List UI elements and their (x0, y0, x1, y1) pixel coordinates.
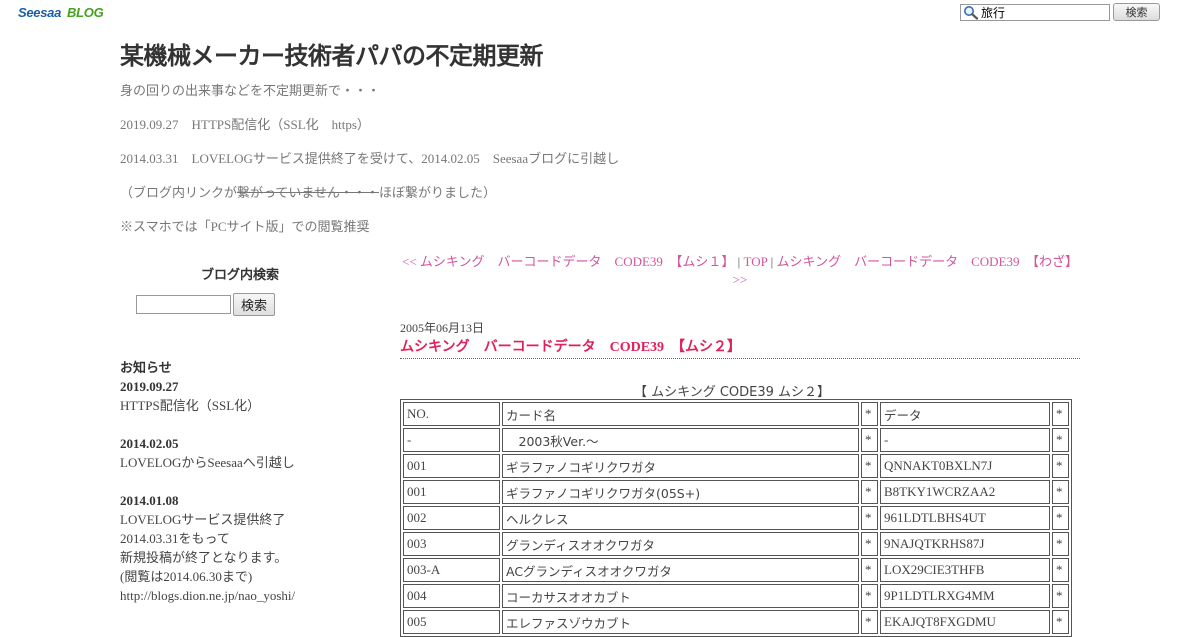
cell-card-name: コーカサスオオカブト (502, 584, 859, 608)
logo-main-text: Seesaa (18, 5, 62, 20)
cell-no: 002 (403, 506, 500, 530)
table-header-row: NO. カード名 * データ * (403, 402, 1069, 426)
header-cell: * (861, 402, 878, 426)
cell-star: * (1052, 584, 1069, 608)
header-note-links: （ブログ内リンクが繋がっていません・・・ほぼ繋がりました） (120, 182, 496, 201)
table-row: 004 コーカサスオオカブト * 9P1LDTLRXG4MM * (403, 584, 1069, 608)
header-cell: NO. (403, 402, 500, 426)
notice-text: 新規投稿が終了となります。 (120, 550, 288, 565)
cell-star: * (1052, 558, 1069, 582)
notice-text: LOVELOGからSeesaaへ引越し (120, 455, 295, 470)
cell-star: * (861, 480, 878, 504)
global-search-button[interactable]: 検索 (1113, 3, 1160, 21)
notice-title: お知らせ (120, 360, 172, 375)
cell-star: * (1052, 454, 1069, 478)
cell-no: 003 (403, 532, 500, 556)
notice-text: LOVELOGサービス提供終了 (120, 512, 286, 527)
table-row: 005 エレファスゾウカブト * EKAJQT8FXGDMU * (403, 610, 1069, 634)
cell-star: * (1052, 610, 1069, 634)
cell-star: * (861, 584, 878, 608)
links-note-open: （ブログ内リンクが (120, 185, 238, 200)
table-row: 003-A ACグランディスオオクワガタ * LOX29CIE3THFB * (403, 558, 1069, 582)
global-search-box (960, 3, 1110, 21)
header-cell: * (1052, 402, 1069, 426)
sidebar-search-input[interactable] (136, 295, 231, 314)
cell-card-name: 2003秋Ver.～ (502, 428, 859, 452)
cell-card-name: グランディスオオクワガタ (502, 532, 859, 556)
cell-star: * (861, 558, 878, 582)
notice-url: http://blogs.dion.ne.jp/nao_yoshi/ (120, 588, 296, 603)
nav-separator: | (734, 254, 744, 269)
cell-star: * (861, 532, 878, 556)
header-note-smartphone: ※スマホでは「PCサイト版」での閲覧推奨 (120, 219, 370, 234)
cell-data: 9NAJQTKRHS87J (880, 532, 1050, 556)
cell-card-name: ギラファノコギリクワガタ(05S+) (502, 480, 859, 504)
cell-no: 001 (403, 480, 500, 504)
post-navigation: << ムシキング バーコードデータ CODE39 【ムシ１】 | TOP | ム… (400, 253, 1080, 289)
cell-star: * (861, 428, 878, 452)
sidebar-search: 検索 (136, 293, 275, 316)
header-note-https: 2019.09.27 HTTPS配信化（SSL化 https） (120, 117, 370, 132)
cell-star: * (861, 610, 878, 634)
cell-no: 004 (403, 584, 500, 608)
cell-star: * (1052, 532, 1069, 556)
top-link[interactable]: TOP (744, 254, 768, 269)
blog-title[interactable]: 某機械メーカー技術者パパの不定期更新 (120, 36, 544, 71)
cell-star: * (861, 506, 878, 530)
cell-data: 961LDTLBHS4UT (880, 506, 1050, 530)
seesaa-blog-logo[interactable]: Seesaa BLOG (18, 5, 104, 20)
table-row: - 2003秋Ver.～ * - * (403, 428, 1069, 452)
notice-date: 2014.01.08 (120, 493, 179, 508)
cell-no: 001 (403, 454, 500, 478)
cell-star: * (1052, 506, 1069, 530)
table-row: 001 ギラファノコギリクワガタ * QNNAKT0BXLN7J * (403, 454, 1069, 478)
cell-no: - (403, 428, 500, 452)
blog-description: 身の回りの出来事などを不定期更新で・・・ (120, 83, 381, 98)
top-bar: Seesaa BLOG 検索 (0, 0, 1200, 26)
notice-section: お知らせ 2019.09.27 HTTPS配信化（SSL化） 2014.02.0… (120, 358, 360, 605)
post-date: 2005年06月13日 (400, 321, 485, 335)
cell-data: 9P1LDTLRXG4MM (880, 584, 1050, 608)
table-row: 003 グランディスオオクワガタ * 9NAJQTKRHS87J * (403, 532, 1069, 556)
logo-sub-text: BLOG (67, 5, 104, 20)
cell-star: * (861, 454, 878, 478)
sidebar-search-title: ブログ内検索 (200, 267, 279, 282)
prev-post-link[interactable]: << ムシキング バーコードデータ CODE39 【ムシ１】 (402, 254, 734, 269)
cell-no: 005 (403, 610, 500, 634)
cell-data: LOX29CIE3THFB (880, 558, 1050, 582)
cell-card-name: エレファスゾウカブト (502, 610, 859, 634)
cell-card-name: ACグランディスオオクワガタ (502, 558, 859, 582)
barcode-table: NO. カード名 * データ * - 2003秋Ver.～ * - * 001 … (400, 399, 1072, 637)
table-row: 001 ギラファノコギリクワガタ(05S+) * B8TKY1WCRZAA2 * (403, 480, 1069, 504)
cell-no: 003-A (403, 558, 500, 582)
global-search-input[interactable] (981, 5, 1105, 19)
notice-text: 2014.03.31をもって (120, 531, 230, 546)
cell-data: - (880, 428, 1050, 452)
cell-card-name: ギラファノコギリクワガタ (502, 454, 859, 478)
notice-date: 2019.09.27 (120, 379, 179, 394)
notice-date: 2014.02.05 (120, 436, 179, 451)
global-search: 検索 (960, 3, 1160, 21)
cell-data: EKAJQT8FXGDMU (880, 610, 1050, 634)
notice-text: (閲覧は2014.06.30まで) (120, 569, 253, 584)
links-note-close: ほぼ繋がりました） (378, 185, 496, 200)
header-cell: データ (880, 402, 1050, 426)
sidebar-search-button[interactable]: 検索 (233, 293, 275, 316)
links-note-strike: 繋がっていません・・・ (237, 185, 379, 200)
search-icon (963, 5, 979, 20)
cell-star: * (1052, 480, 1069, 504)
table-row: 002 ヘルクレス * 961LDTLBHS4UT * (403, 506, 1069, 530)
cell-star: * (1052, 428, 1069, 452)
next-post-link[interactable]: ムシキング バーコードデータ CODE39 【わざ】 >> (733, 254, 1078, 287)
post-divider (400, 358, 1080, 359)
cell-card-name: ヘルクレス (502, 506, 859, 530)
table-caption: 【 ムシキング CODE39 ムシ２】 (633, 385, 831, 400)
header-note-move: 2014.03.31 LOVELOGサービス提供終了を受けて、2014.02.0… (120, 151, 620, 166)
post-title[interactable]: ムシキング バーコードデータ CODE39 【ムシ２】 (400, 336, 741, 356)
header-cell: カード名 (502, 402, 859, 426)
cell-data: B8TKY1WCRZAA2 (880, 480, 1050, 504)
notice-text: HTTPS配信化（SSL化） (120, 398, 261, 413)
cell-data: QNNAKT0BXLN7J (880, 454, 1050, 478)
